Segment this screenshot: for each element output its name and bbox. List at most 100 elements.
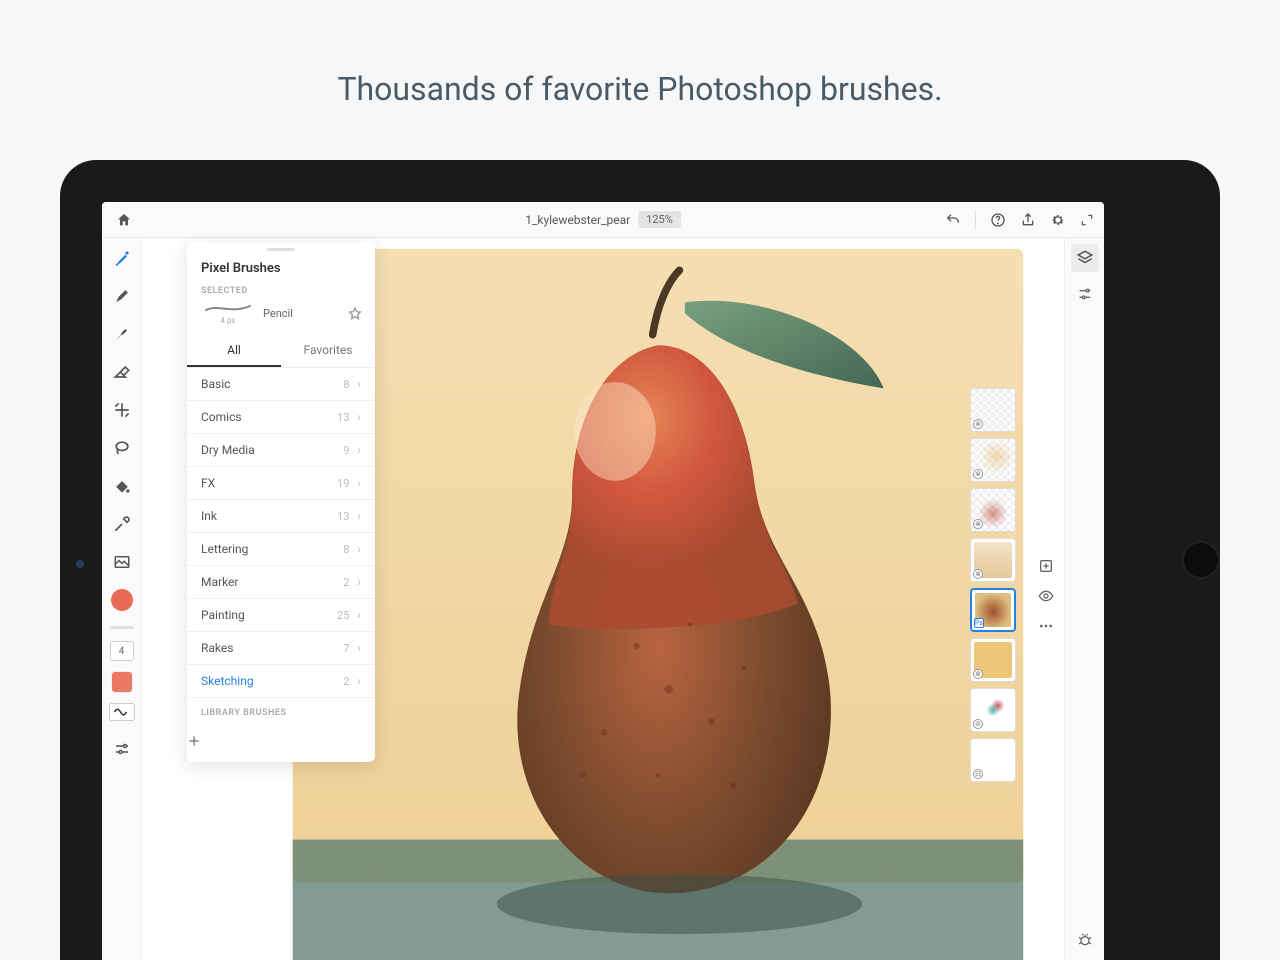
help-button[interactable] — [990, 212, 1006, 228]
layer-hidden-icon[interactable]: ⊘ — [973, 719, 983, 729]
home-button[interactable] — [112, 208, 136, 232]
category-count: 7 — [343, 642, 357, 655]
primary-color-swatch[interactable] — [108, 586, 136, 614]
brush-size-chip[interactable]: 4 — [110, 641, 134, 661]
stroke-preview: 4 px — [199, 302, 257, 325]
library-label: LIBRARY BRUSHES — [187, 698, 375, 724]
category-row[interactable]: Painting25› — [187, 599, 375, 632]
category-row[interactable]: Lettering8› — [187, 533, 375, 566]
debug-button[interactable] — [1077, 932, 1093, 948]
tool-eraser[interactable] — [108, 358, 136, 386]
layer-strip: ⊗ ⊗ ⊗ ⊗ Ps ⊗ ⊘ ⊟ — [970, 388, 1016, 782]
layer-thumb[interactable]: ⊗ — [970, 538, 1016, 582]
brush-flow-chip[interactable] — [109, 703, 135, 721]
tool-transform[interactable] — [108, 396, 136, 424]
transform-icon — [112, 400, 132, 420]
more-button[interactable] — [1038, 618, 1054, 634]
category-name: Marker — [201, 575, 238, 589]
chevron-right-icon: › — [357, 443, 361, 457]
fullscreen-button[interactable] — [1080, 213, 1094, 227]
category-count: 13 — [337, 411, 357, 424]
category-count: 2 — [343, 675, 357, 688]
ipad-frame: 1_kylewebster_pear 125% — [60, 160, 1220, 960]
artwork — [282, 238, 1034, 960]
zoom-badge[interactable]: 125% — [638, 211, 681, 228]
layer-thumb[interactable]: ⊗ — [970, 638, 1016, 682]
category-row[interactable]: Basic8› — [187, 368, 375, 401]
layer-visibility-icon[interactable]: ⊗ — [973, 519, 983, 529]
tool-eyedropper[interactable] — [108, 510, 136, 538]
chevron-right-icon: › — [357, 410, 361, 424]
category-row[interactable]: Marker2› — [187, 566, 375, 599]
brush-tabs: All Favorites — [187, 335, 375, 368]
secondary-color-swatch[interactable] — [111, 671, 133, 693]
category-count: 8 — [343, 543, 357, 556]
color-swatch — [111, 589, 133, 611]
share-button[interactable] — [1020, 212, 1036, 228]
tool-image[interactable] — [108, 548, 136, 576]
panel-drag-handle[interactable] — [267, 248, 295, 251]
ipad-camera — [76, 560, 84, 568]
category-row[interactable]: Rakes7› — [187, 632, 375, 665]
add-brush-button[interactable] — [187, 724, 375, 762]
selected-brush-row[interactable]: 4 px Pencil — [187, 296, 375, 335]
layer-visibility-icon[interactable]: ⊗ — [973, 419, 983, 429]
share-icon — [1020, 212, 1036, 228]
category-name: Rakes — [201, 641, 233, 655]
sliders-icon — [113, 740, 131, 758]
category-row[interactable]: Dry Media9› — [187, 434, 375, 467]
eraser-icon — [112, 362, 132, 382]
star-icon — [347, 306, 363, 322]
layer-thumb[interactable]: ⊘ — [970, 688, 1016, 732]
plus-icon — [187, 734, 201, 748]
layers-icon — [1076, 249, 1094, 267]
layer-thumb[interactable]: ⊗ — [970, 488, 1016, 532]
tool-smudge[interactable] — [108, 320, 136, 348]
layer-ps-icon[interactable]: Ps — [974, 618, 984, 628]
add-layer-button[interactable] — [1038, 558, 1054, 574]
tab-all[interactable]: All — [187, 335, 281, 367]
layer-visibility-icon[interactable]: ⊗ — [973, 569, 983, 579]
tool-fill[interactable] — [108, 472, 136, 500]
canvas[interactable]: Pixel Brushes SELECTED 4 px Pencil Al — [142, 238, 1064, 960]
tool-pixel-brush[interactable] — [108, 244, 136, 272]
category-name: Comics — [201, 410, 242, 424]
layer-thumb[interactable]: ⊗ — [970, 388, 1016, 432]
category-row[interactable]: FX19› — [187, 467, 375, 500]
toolbar-separator — [110, 626, 134, 629]
tool-lasso[interactable] — [108, 434, 136, 462]
tool-vector-brush[interactable] — [108, 282, 136, 310]
settings-button[interactable] — [1050, 212, 1066, 228]
layer-visibility-icon[interactable]: ⊗ — [973, 469, 983, 479]
category-list: Basic8›Comics13›Dry Media9›FX19›Ink13›Le… — [187, 368, 375, 698]
layer-thumb[interactable]: Ps — [970, 588, 1016, 632]
layer-visibility-icon[interactable]: ⊗ — [973, 669, 983, 679]
smudge-icon — [112, 324, 132, 344]
category-name: FX — [201, 476, 215, 490]
category-row[interactable]: Ink13› — [187, 500, 375, 533]
brush-panel: Pixel Brushes SELECTED 4 px Pencil Al — [187, 242, 375, 762]
layer-actions — [1038, 558, 1054, 634]
category-name: Ink — [201, 509, 217, 523]
category-row[interactable]: Comics 13› — [187, 401, 375, 434]
document-title-wrap: 1_kylewebster_pear 125% — [525, 211, 681, 228]
undo-button[interactable] — [945, 212, 961, 228]
layer-thumb[interactable]: ⊟ — [970, 738, 1016, 782]
more-icon — [1038, 618, 1054, 634]
tab-favorites[interactable]: Favorites — [281, 335, 375, 367]
category-name: Sketching — [201, 674, 254, 688]
bucket-icon — [112, 476, 132, 496]
layers-panel-button[interactable] — [1071, 244, 1099, 272]
layer-visibility-button[interactable] — [1038, 588, 1054, 604]
chevron-right-icon: › — [357, 674, 361, 688]
right-toolbar — [1064, 238, 1104, 960]
category-row[interactable]: Sketching 2› — [187, 665, 375, 698]
layer-thumb[interactable]: ⊗ — [970, 438, 1016, 482]
favorite-toggle[interactable] — [347, 306, 363, 322]
eyedropper-icon — [112, 514, 132, 534]
chevron-right-icon: › — [357, 575, 361, 589]
chevron-right-icon: › — [357, 608, 361, 622]
layer-lock-icon[interactable]: ⊟ — [973, 769, 983, 779]
tool-adjustments[interactable] — [108, 735, 136, 763]
properties-button[interactable] — [1077, 286, 1093, 302]
